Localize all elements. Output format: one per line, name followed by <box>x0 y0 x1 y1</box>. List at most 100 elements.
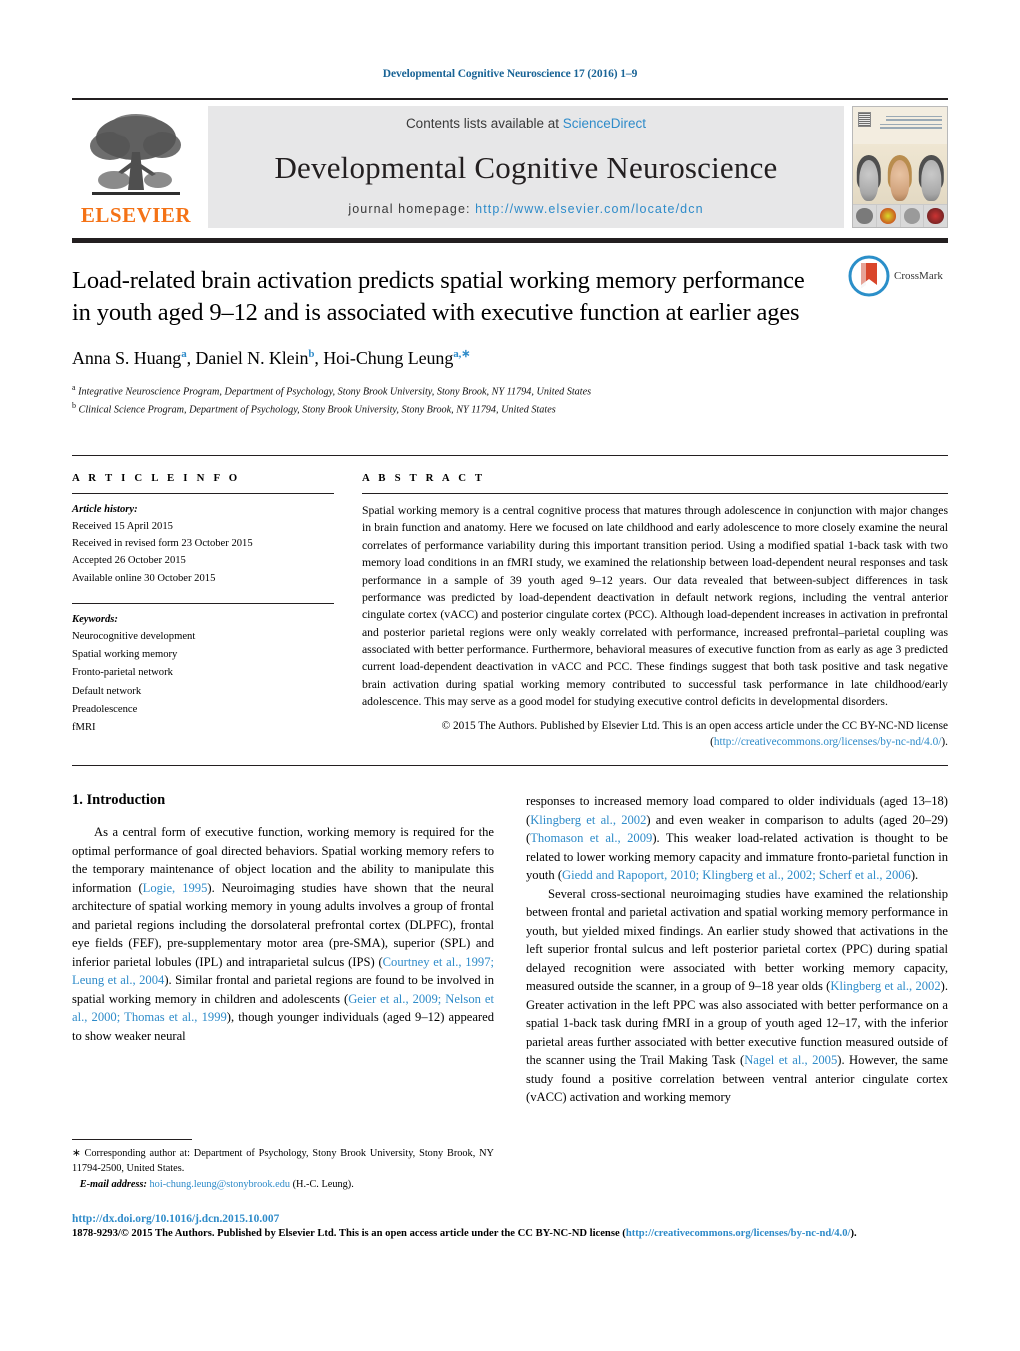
affiliations: a Integrative Neuroscience Program, Depa… <box>72 382 948 418</box>
cover-title-line-2 <box>880 124 942 129</box>
p-text: ). <box>910 868 919 883</box>
cover-brain-thumb <box>853 205 877 227</box>
license-link[interactable]: http://creativecommons.org/licenses/by-n… <box>714 736 942 748</box>
affiliation-a: a Integrative Neuroscience Program, Depa… <box>72 382 948 400</box>
cover-title-line-1 <box>886 116 942 121</box>
info-abstract-row: A R T I C L E I N F O Article history: R… <box>72 456 948 751</box>
crossmark-icon <box>848 255 890 297</box>
masthead-center: Contents lists available at ScienceDirec… <box>208 106 844 228</box>
citation-link[interactable]: Nagel et al., 2005 <box>744 1053 837 1067</box>
author-list: Anna S. Huanga, Daniel N. Kleinb, Hoi-Ch… <box>72 347 948 369</box>
cover-head <box>858 159 879 201</box>
journal-homepage-link[interactable]: http://www.elsevier.com/locate/dcn <box>475 202 703 216</box>
author-sep: , <box>314 347 324 368</box>
issn-suffix: ). <box>850 1228 857 1240</box>
title-block: Load-related brain activation predicts s… <box>72 243 948 439</box>
journal-title: Developmental Cognitive Neuroscience <box>274 150 778 185</box>
cover-brain-thumb <box>900 205 925 227</box>
crossmark-badge[interactable]: CrossMark <box>848 255 948 297</box>
cover-head <box>921 159 942 201</box>
masthead-row: ELSEVIER Contents lists available at Sci… <box>72 106 948 228</box>
citation-link[interactable]: Klingberg et al., 2002 <box>530 813 646 827</box>
cover-face-center <box>884 144 915 204</box>
brain-icon <box>856 208 873 224</box>
affiliation-mark-a: a <box>72 382 76 392</box>
running-head: Developmental Cognitive Neuroscience 17 … <box>382 68 638 80</box>
p-text: Several cross-sectional neuroimaging stu… <box>526 886 948 994</box>
page-footer: http://dx.doi.org/10.1016/j.dcn.2015.10.… <box>72 1212 948 1242</box>
cover-brain-thumb <box>876 205 901 227</box>
journal-homepage-line: journal homepage: http://www.elsevier.co… <box>348 202 703 216</box>
abstract-text: Spatial working memory is a central cogn… <box>362 504 948 709</box>
contents-prefix: Contents lists available at <box>405 116 563 131</box>
elsevier-wordmark: ELSEVIER <box>80 203 192 227</box>
citation-link[interactable]: Logie, 1995 <box>143 881 208 895</box>
citation-link[interactable]: Thomason et al., 2009 <box>530 831 652 845</box>
affiliation-text-b: Clinical Science Program, Department of … <box>78 404 556 416</box>
journal-cover-thumbnail[interactable] <box>852 106 948 228</box>
email-link[interactable]: hoi-chung.leung@stonybrook.edu <box>150 1179 290 1190</box>
brain-icon <box>903 208 921 224</box>
cover-header-band <box>853 107 947 145</box>
keyword-item: Preadolescence <box>72 703 138 715</box>
affiliation-mark-b: b <box>72 400 76 410</box>
body-column-right: responses to increased memory load compa… <box>526 792 948 1107</box>
citation-link[interactable]: Klingberg et al., 2002 <box>830 979 940 993</box>
crossmark-label: CrossMark <box>894 270 943 282</box>
cover-faces-photo <box>853 144 947 205</box>
cover-brain-strip <box>853 204 947 227</box>
article-history-label: Article history: <box>72 504 138 515</box>
history-item: Available online 30 October 2015 <box>72 572 216 584</box>
keyword-item: fMRI <box>72 722 96 734</box>
history-item: Received in revised form 23 October 2015 <box>72 538 253 550</box>
corresponding-author-footnote: ∗ Corresponding author at: Department of… <box>72 1139 494 1192</box>
abstract-column: A B S T R A C T Spatial working memory i… <box>362 472 948 751</box>
journal-masthead: ELSEVIER Contents lists available at Sci… <box>72 98 948 228</box>
issn-prefix: 1878-9293/© 2015 The Authors. Published … <box>72 1228 626 1240</box>
intro-paragraph-left: As a central form of executive function,… <box>72 823 494 1045</box>
citation-link[interactable]: Giedd and Rapoport, 2010; Klingberg et a… <box>562 868 911 882</box>
author-3-affil-mark: a,∗ <box>453 347 471 360</box>
footnote-text: ∗ Corresponding author at: Department of… <box>72 1146 494 1192</box>
intro-paragraph-right-1: responses to increased memory load compa… <box>526 792 948 885</box>
abstract-bottom-divider <box>72 765 948 767</box>
sciencedirect-link[interactable]: ScienceDirect <box>563 116 646 131</box>
cover-face-left <box>853 144 884 204</box>
contents-available-line: Contents lists available at ScienceDirec… <box>406 116 646 131</box>
footnote-divider <box>72 1139 192 1140</box>
footnote-marker: ∗ <box>72 1148 81 1159</box>
affiliation-b: b Clinical Science Program, Department o… <box>72 400 948 418</box>
email-label: E-mail address: <box>79 1178 147 1190</box>
page-title: Load-related brain activation predicts s… <box>72 267 805 327</box>
keyword-item: Fronto-parietal network <box>72 667 173 679</box>
keyword-item: Spatial working memory <box>72 649 178 661</box>
brain-icon <box>879 208 897 224</box>
footnote-body: Corresponding author at: Department of P… <box>72 1148 494 1175</box>
doi-link[interactable]: http://dx.doi.org/10.1016/j.dcn.2015.10.… <box>72 1212 948 1227</box>
section-heading-introduction: 1. Introduction <box>72 792 166 809</box>
body-column-left: 1. Introduction As a central form of exe… <box>72 792 494 1107</box>
issn-copyright-line: 1878-9293/© 2015 The Authors. Published … <box>72 1227 948 1242</box>
history-item: Received 15 April 2015 <box>72 521 173 533</box>
cover-mini-logo-icon <box>858 112 871 127</box>
keywords-block: Keywords: Neurocognitive development Spa… <box>72 604 334 737</box>
article-info-column: A R T I C L E I N F O Article history: R… <box>72 472 334 751</box>
copyright-suffix: ). <box>941 736 948 749</box>
elsevier-logo: ELSEVIER <box>72 106 200 228</box>
author-3-name: Hoi-Chung Leung <box>323 347 454 368</box>
intro-paragraph-right-2: Several cross-sectional neuroimaging stu… <box>526 885 948 1107</box>
abstract-copyright: © 2015 The Authors. Published by Elsevie… <box>362 718 948 752</box>
article-history: Article history: Received 15 April 2015 … <box>72 494 334 587</box>
elsevier-tree-icon <box>90 114 181 195</box>
author-1-name: Anna S. Huang <box>72 347 182 368</box>
homepage-prefix: journal homepage: <box>348 202 476 216</box>
brain-icon <box>927 208 944 224</box>
body-columns: 1. Introduction As a central form of exe… <box>72 792 948 1107</box>
email-suffix: (H.-C. Leung). <box>290 1178 354 1190</box>
history-item: Accepted 26 October 2015 <box>72 555 186 567</box>
footer-license-link[interactable]: http://creativecommons.org/licenses/by-n… <box>626 1228 851 1239</box>
cover-head <box>890 159 910 201</box>
cover-brain-thumb <box>924 205 947 227</box>
keywords-label: Keywords: <box>72 613 118 625</box>
